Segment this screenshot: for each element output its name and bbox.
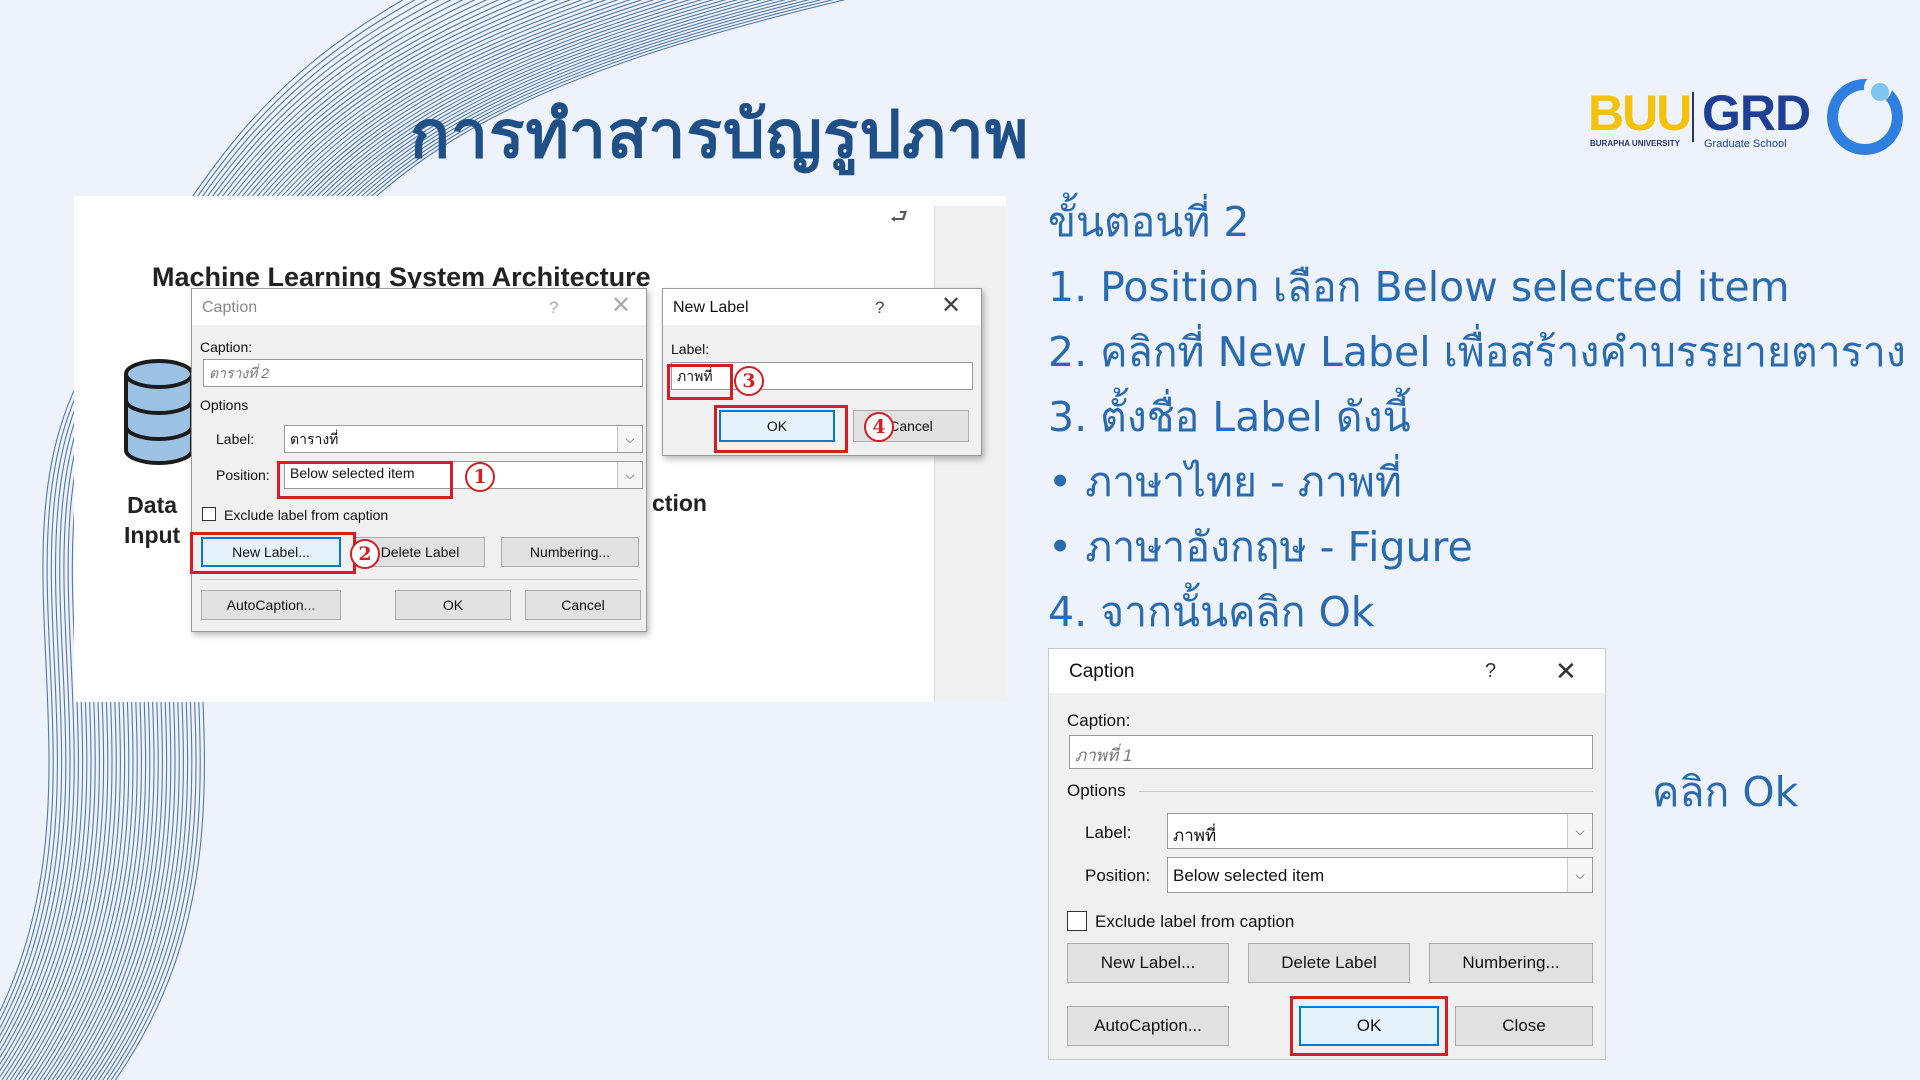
help-button[interactable]: ? <box>1485 660 1496 683</box>
result-titlebar: Caption ? ✕ <box>1049 649 1605 693</box>
word-screenshot: ⮐ Machine Learning System Architecture D… <box>74 196 1007 702</box>
click-ok-note: คลิก Ok <box>1652 768 1799 816</box>
logo-ring-icon <box>1827 74 1903 155</box>
step-marker-3: 3 <box>734 366 764 396</box>
result-close-button[interactable]: Close <box>1455 1006 1593 1046</box>
step-item: 1. Position เลือก Below selected item <box>1048 263 1790 311</box>
step-list: ขั้นตอนที่ 2 1. Position เลือก Below sel… <box>1048 190 1906 645</box>
logo-buu-sub: BURAPHA UNIVERSITY <box>1590 139 1680 148</box>
result-title: Caption <box>1069 661 1135 682</box>
database-icon <box>124 359 194 465</box>
university-logo: BUU BURAPHA UNIVERSITY GRD Graduate Scho… <box>1588 66 1908 170</box>
divider <box>1139 791 1593 792</box>
close-icon[interactable]: ✕ <box>941 294 961 318</box>
result-position-value: Below selected item <box>1173 866 1325 885</box>
new-label-title: New Label <box>673 299 749 316</box>
chevron-down-icon: ⌵ <box>1567 814 1592 848</box>
diagram-left-line-1: Data <box>127 492 178 518</box>
step-marker-4: 4 <box>864 412 894 442</box>
result-delete-label-button[interactable]: Delete Label <box>1248 943 1410 983</box>
comment-icon: ⮐ <box>890 204 908 228</box>
step-bullet: • ภาษาอังกฤษ - Figure <box>1048 523 1473 571</box>
result-caption-dialog: Caption ? ✕ Caption: ภาพที่ 1 Options La… <box>1048 648 1606 1060</box>
logo-grd: GRD <box>1702 85 1811 141</box>
result-caption-label: Caption: <box>1067 711 1131 730</box>
slide-title: การทำสารบัญรูปภาพ <box>410 96 1030 173</box>
ok-button[interactable]: OK <box>395 590 511 620</box>
logo-grd-sub: Graduate School <box>1704 138 1787 150</box>
chevron-down-icon: ⌵ <box>617 462 642 488</box>
diagram-right-label: ction <box>652 490 707 516</box>
caption-input[interactable]: ตารางที่ 2 <box>203 359 643 387</box>
logo-buu: BUU <box>1588 85 1692 141</box>
exclude-checkbox[interactable] <box>202 507 216 521</box>
step-heading: ขั้นตอนที่ 2 <box>1048 198 1250 246</box>
result-label-select[interactable]: ภาพที่ ⌵ <box>1167 813 1593 849</box>
caption-dialog-titlebar: Caption ? ✕ <box>192 289 646 325</box>
position-label: Position: <box>216 467 270 483</box>
autocaption-button[interactable]: AutoCaption... <box>201 590 341 620</box>
result-new-label-button[interactable]: New Label... <box>1067 943 1229 983</box>
logo-separator <box>1692 92 1694 142</box>
new-label-label: Label: <box>671 341 710 357</box>
help-button[interactable]: ? <box>549 298 558 318</box>
step-bullet: • ภาษาไทย - ภาพที่ <box>1048 458 1402 506</box>
chevron-down-icon: ⌵ <box>1567 858 1592 892</box>
new-label-titlebar: New Label ? ✕ <box>663 289 981 325</box>
result-position-label: Position: <box>1085 866 1151 885</box>
close-icon[interactable]: ✕ <box>1555 656 1577 687</box>
highlight-label-input <box>667 364 733 400</box>
label-select[interactable]: ตารางที่ ⌵ <box>284 425 643 453</box>
highlight-result-ok <box>1290 996 1448 1056</box>
result-position-select[interactable]: Below selected item ⌵ <box>1167 857 1593 893</box>
step-item: 3. ตั้งชื่อ Label ดังนี้ <box>1048 393 1411 441</box>
highlight-position <box>277 461 453 499</box>
caption-dialog-title: Caption <box>202 299 258 316</box>
divider <box>200 579 638 580</box>
help-button[interactable]: ? <box>875 298 884 318</box>
result-caption-input[interactable]: ภาพที่ 1 <box>1069 735 1593 769</box>
highlight-new-label <box>190 532 356 574</box>
chevron-down-icon: ⌵ <box>617 426 642 452</box>
result-label-label: Label: <box>1085 823 1132 842</box>
label-label: Label: <box>216 431 255 447</box>
options-label: Options <box>200 397 249 413</box>
diagram-left-label: Data Input <box>124 490 180 550</box>
step-item: 2. คลิกที่ New Label เพื่อสร้างคำบรรยายต… <box>1048 328 1906 376</box>
caption-dialog: Caption ? ✕ Caption: ตารางที่ 2 Options … <box>191 288 647 632</box>
result-autocaption-button[interactable]: AutoCaption... <box>1067 1006 1229 1046</box>
result-exclude-label: Exclude label from caption <box>1095 912 1295 931</box>
result-options-label: Options <box>1067 781 1126 800</box>
close-icon[interactable]: ✕ <box>611 294 631 318</box>
step-marker-2: 2 <box>350 539 380 569</box>
diagram-left-line-2: Input <box>124 522 181 548</box>
exclude-label: Exclude label from caption <box>224 507 389 523</box>
label-select-value: ตารางที่ <box>290 431 339 447</box>
highlight-ok <box>714 405 848 453</box>
cancel-button[interactable]: Cancel <box>525 590 641 620</box>
step-item: 4. จากนั้นคลิก Ok <box>1048 588 1375 636</box>
result-exclude-checkbox[interactable] <box>1067 911 1087 931</box>
result-numbering-button[interactable]: Numbering... <box>1429 943 1593 983</box>
numbering-button[interactable]: Numbering... <box>501 537 639 567</box>
caption-label: Caption: <box>200 339 253 355</box>
step-marker-1: 1 <box>465 462 495 492</box>
result-label-value: ภาพที่ <box>1173 826 1217 845</box>
